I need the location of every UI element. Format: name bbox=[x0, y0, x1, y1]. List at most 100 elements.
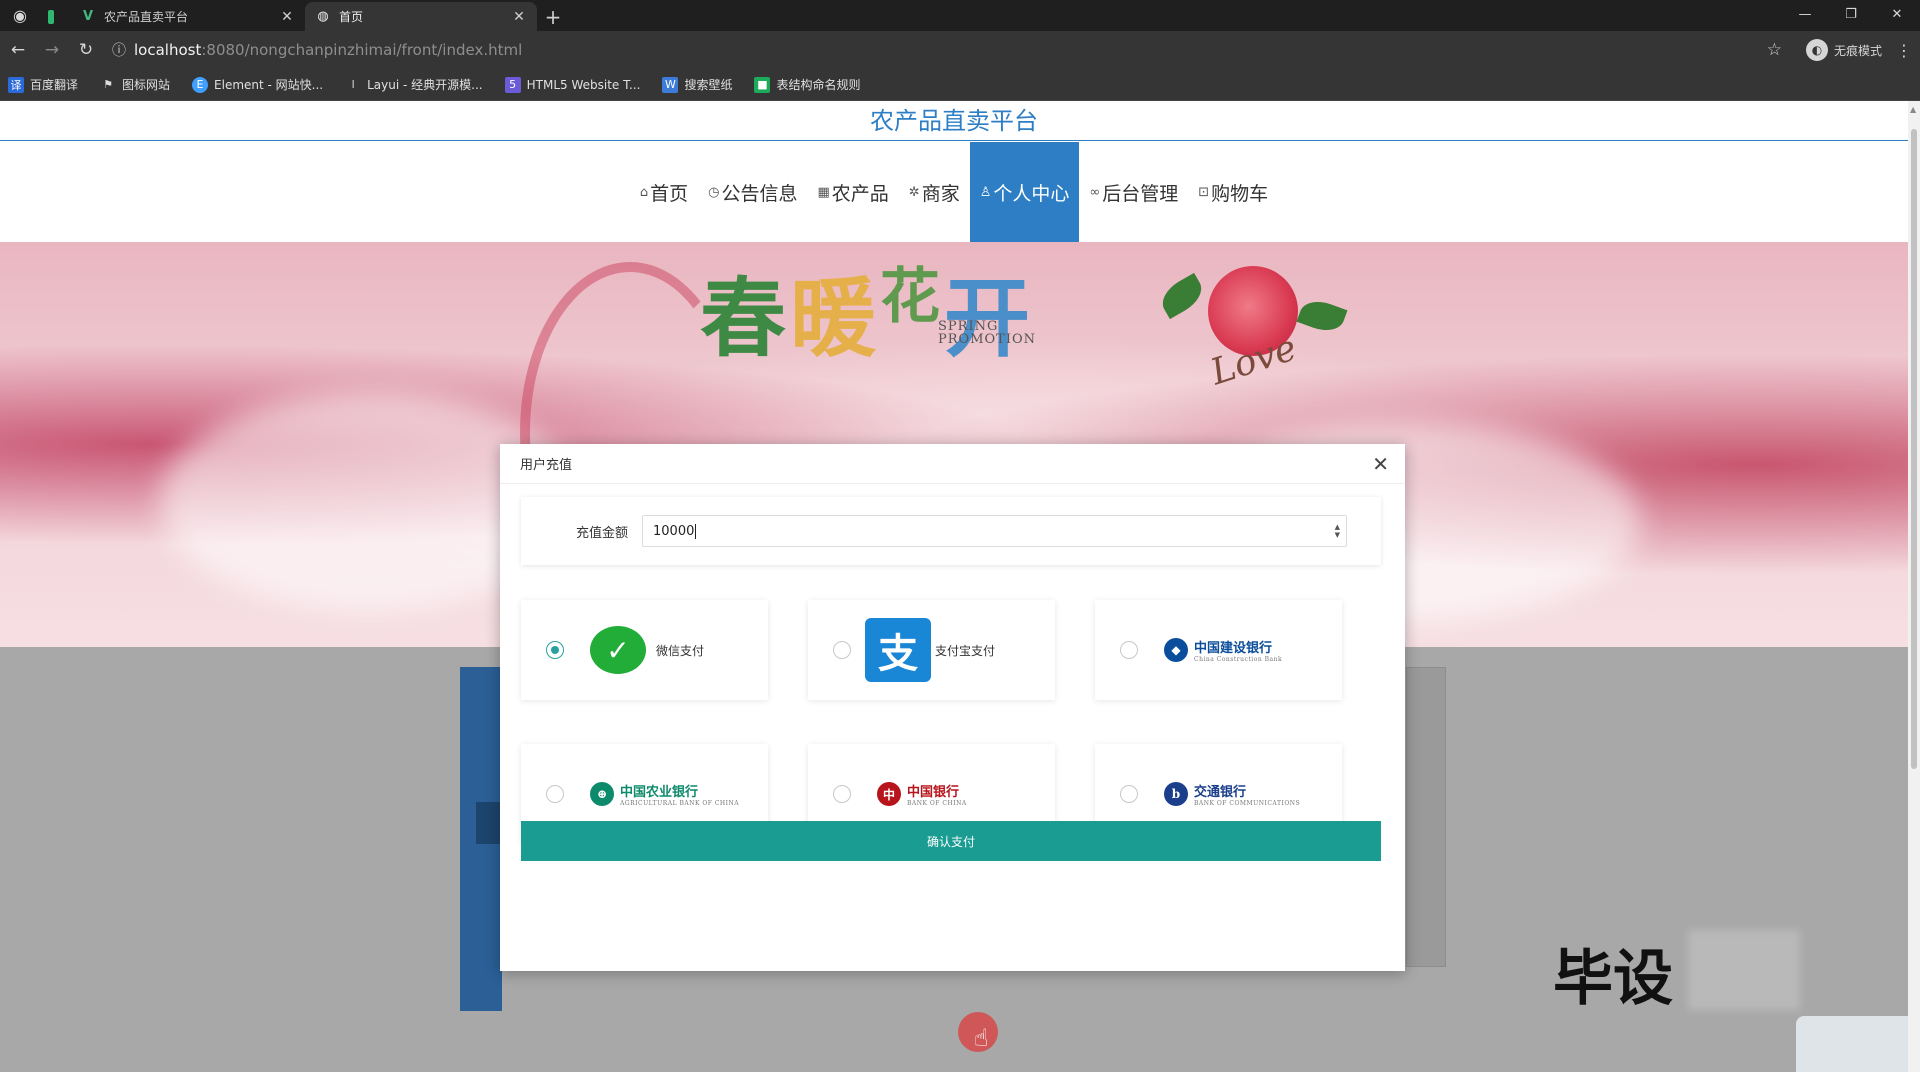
flag-icon: ⚑ bbox=[103, 78, 113, 91]
tab-close-icon[interactable]: ✕ bbox=[279, 9, 295, 25]
user-icon: ♙ bbox=[979, 184, 992, 200]
grid-icon: ▦ bbox=[817, 184, 830, 200]
ccb-logo: ◆ 中国建设银行 China Construction Bank bbox=[1164, 637, 1282, 663]
bookmark-item[interactable]: 5 HTML5 Website T... bbox=[504, 76, 640, 93]
main-nav: ⌂ 首页 ◷ 公告信息 ▦ 农产品 ✲ 商家 ♙ 个人中心 ∞ 后台管理 ⊡ 购物车 bbox=[0, 142, 1908, 242]
address-bar[interactable]: ⓘ localhost:8080/nongchanpinzhimai/front… bbox=[112, 35, 1767, 65]
amount-input[interactable]: 10000 ▲ ▼ bbox=[642, 515, 1347, 547]
wechat-logo-icon: ✓ bbox=[590, 626, 646, 674]
back-icon[interactable]: ← bbox=[2, 34, 34, 66]
bookmark-star-icon[interactable]: ☆ bbox=[1767, 40, 1782, 60]
bookmark-item[interactable]: 译百度翻译 bbox=[8, 76, 78, 93]
boc-logo: 中 中国银行 BANK OF CHINA bbox=[877, 781, 967, 807]
forward-icon[interactable]: → bbox=[36, 34, 68, 66]
tab-home[interactable]: ◍ 首页 ✕ bbox=[305, 2, 537, 31]
translate-icon: 译 bbox=[8, 76, 24, 93]
watermark-text: 毕设 bbox=[1553, 944, 1673, 1014]
browser-tabstrip: ◉ V 农产品直卖平台 ✕ ◍ 首页 ✕ + — ❐ ✕ bbox=[0, 0, 1920, 31]
bocom-logo-icon: b bbox=[1164, 782, 1188, 806]
payment-option-ccb[interactable]: ◆ 中国建设银行 China Construction Bank bbox=[1095, 600, 1342, 700]
reload-icon[interactable]: ↻ bbox=[70, 34, 102, 66]
restore-icon[interactable]: ❐ bbox=[1828, 0, 1874, 28]
personal-center-form bbox=[1406, 667, 1446, 967]
personal-center-sidebar bbox=[460, 667, 502, 1011]
tab-close-icon[interactable]: ✕ bbox=[511, 9, 527, 25]
scroll-up-icon[interactable]: ▲ bbox=[1910, 105, 1916, 114]
incognito-indicator[interactable]: ◐ 无痕模式 bbox=[1805, 39, 1882, 61]
text-caret bbox=[695, 523, 697, 539]
boc-logo-icon: 中 bbox=[877, 782, 901, 806]
amount-row: 充值金额 10000 ▲ ▼ bbox=[521, 497, 1381, 565]
bookmark-item[interactable]: ⚑ 图标网站 bbox=[100, 76, 170, 93]
abc-logo: ⊕ 中国农业银行 AGRICULTURAL BANK OF CHINA bbox=[590, 781, 739, 807]
radio-boc[interactable] bbox=[833, 785, 851, 803]
alipay-logo-icon: 支 bbox=[865, 618, 931, 682]
bookmark-item[interactable]: W 搜索壁纸 bbox=[662, 76, 732, 93]
dialog-title: 用户充值 bbox=[520, 458, 573, 473]
watermark-blur bbox=[1688, 930, 1800, 1010]
bookmark-item[interactable]: l Layui - 经典开源模... bbox=[345, 76, 483, 93]
layui-logo-icon: l bbox=[351, 78, 355, 91]
window-controls: — ❐ ✕ bbox=[1782, 0, 1920, 31]
radio-ccb[interactable] bbox=[1120, 641, 1138, 659]
new-tab-icon[interactable]: + bbox=[537, 2, 569, 31]
browser-menu-icon[interactable]: ◉ bbox=[0, 0, 40, 31]
banner-leaf bbox=[1155, 272, 1209, 320]
minimize-icon[interactable]: — bbox=[1782, 0, 1828, 28]
payment-methods: ✓ 微信支付 支 支付宝支付 ◆ 中国建设银行 China Constructio… bbox=[521, 600, 1381, 844]
site-title: 农产品直卖平台 bbox=[0, 101, 1908, 141]
radio-wechat[interactable] bbox=[546, 641, 564, 659]
bocom-logo: b 交通银行 BANK OF COMMUNICATIONS bbox=[1164, 781, 1300, 807]
bookmark-item[interactable]: ■ 表结构命名规则 bbox=[754, 76, 860, 93]
table-icon: ■ bbox=[754, 76, 771, 93]
nav-item-personal-center[interactable]: ♙ 个人中心 bbox=[969, 142, 1080, 242]
element-logo-icon: E bbox=[192, 76, 209, 93]
incognito-icon: ◐ bbox=[1805, 39, 1828, 61]
banner-headline: 春暖花开 bbox=[700, 262, 1034, 369]
wallpaper-icon: W bbox=[662, 76, 679, 93]
bookmark-item[interactable]: E Element - 网站快... bbox=[192, 76, 323, 93]
url-host: localhost bbox=[134, 41, 202, 59]
page-scrollbar[interactable]: ▲ bbox=[1908, 101, 1920, 1072]
close-window-icon[interactable]: ✕ bbox=[1874, 0, 1920, 28]
radio-abc[interactable] bbox=[546, 785, 564, 803]
nav-item-admin[interactable]: ∞ 后台管理 bbox=[1079, 142, 1188, 242]
info-icon[interactable]: ⓘ bbox=[112, 40, 134, 60]
home-icon: ⌂ bbox=[639, 184, 649, 200]
nav-item-cart[interactable]: ⊡ 购物车 bbox=[1188, 142, 1278, 242]
amount-value: 10000 bbox=[653, 523, 695, 539]
hand-cursor-icon: ☝ bbox=[974, 1024, 989, 1052]
tab-pinned[interactable] bbox=[40, 2, 70, 31]
payment-name: 微信支付 bbox=[656, 643, 705, 658]
nav-item-products[interactable]: ▦ 农产品 bbox=[807, 142, 898, 242]
nav-item-notice[interactable]: ◷ 公告信息 bbox=[698, 142, 807, 242]
vue-logo-icon: V bbox=[82, 9, 94, 24]
amount-label: 充值金额 bbox=[575, 525, 628, 541]
nav-item-home[interactable]: ⌂ 首页 bbox=[630, 142, 698, 242]
tab-platform[interactable]: V 农产品直卖平台 ✕ bbox=[70, 2, 305, 31]
browser-toolbar: ← → ↻ ⓘ localhost:8080/nongchanpinzhimai… bbox=[0, 31, 1920, 69]
abc-logo-icon: ⊕ bbox=[590, 782, 614, 806]
html5-icon: 5 bbox=[504, 76, 521, 93]
close-icon[interactable]: ✕ bbox=[1372, 454, 1389, 474]
nav-item-merchants[interactable]: ✲ 商家 bbox=[899, 142, 970, 242]
payment-option-alipay[interactable]: 支 支付宝支付 bbox=[808, 600, 1055, 700]
gear-icon: ✲ bbox=[908, 184, 920, 200]
recharge-dialog: 用户充值 ✕ 充值金额 10000 ▲ ▼ ✓ 微信支付 支 支付宝支付 ◆ 中国… bbox=[500, 444, 1405, 971]
globe-icon: ◍ bbox=[317, 9, 329, 24]
number-spinner-icon[interactable]: ▲ ▼ bbox=[1335, 523, 1340, 539]
url-path: :8080/nongchanpinzhimai/front/index.html bbox=[201, 41, 523, 59]
radio-alipay[interactable] bbox=[833, 641, 851, 659]
confirm-pay-button[interactable]: 确认支付 bbox=[521, 821, 1381, 861]
green-doc-icon bbox=[48, 9, 54, 24]
incognito-label: 无痕模式 bbox=[1833, 43, 1882, 58]
more-menu-icon[interactable]: ⋮ bbox=[1896, 41, 1912, 60]
banner-subtitle: SPRING PROMOTION bbox=[938, 319, 1037, 347]
scrollbar-thumb[interactable] bbox=[1911, 129, 1917, 769]
radio-bocom[interactable] bbox=[1120, 785, 1138, 803]
ccb-logo-icon: ◆ bbox=[1164, 638, 1188, 662]
floating-widget[interactable] bbox=[1796, 1016, 1908, 1072]
payment-option-wechat[interactable]: ✓ 微信支付 bbox=[521, 600, 768, 700]
sidebar-active-item[interactable] bbox=[476, 802, 502, 844]
tab-title: 首页 bbox=[339, 10, 364, 24]
